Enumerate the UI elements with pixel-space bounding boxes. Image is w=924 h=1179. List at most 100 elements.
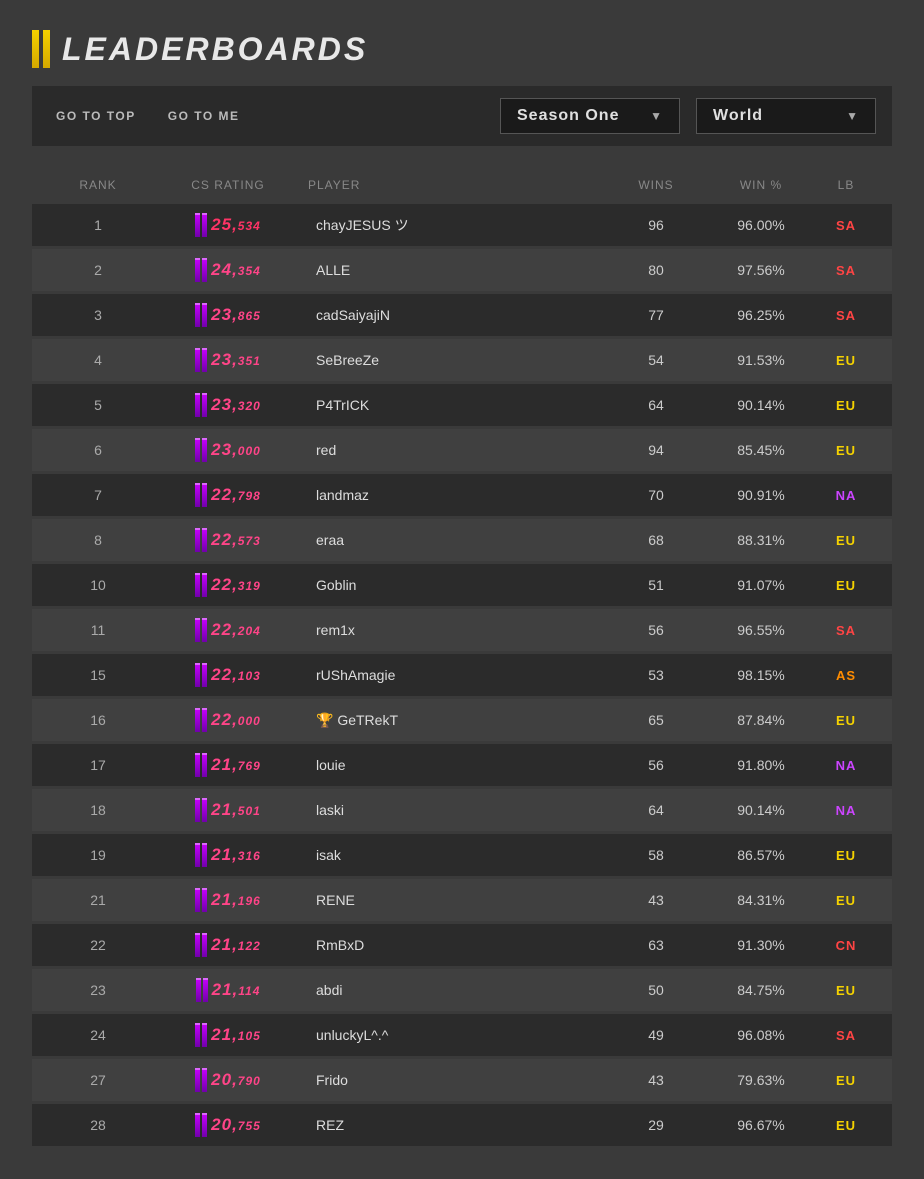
table-row[interactable]: 1 25,534 chayJESUS ツ 96 96.00% SA — [32, 204, 892, 246]
table-row[interactable]: 27 20,790 Frido 43 79.63% EU — [32, 1059, 892, 1101]
go-to-top-button[interactable]: GO TO TOP — [48, 105, 144, 127]
table-row[interactable]: 17 21,769 louie 56 91.80% NA — [32, 744, 892, 786]
row-lb: EU — [816, 983, 876, 998]
rating-cell: 22,798 — [148, 483, 308, 507]
row-wins: 43 — [606, 1072, 706, 1088]
rating-bar-1 — [195, 1023, 200, 1047]
row-winpct: 84.75% — [706, 982, 816, 998]
row-winpct: 90.14% — [706, 802, 816, 818]
row-lb: SA — [816, 623, 876, 638]
row-player: Frido — [308, 1072, 606, 1088]
rating-cell: 22,573 — [148, 528, 308, 552]
table-row[interactable]: 23 21,114 abdi 50 84.75% EU — [32, 969, 892, 1011]
rating-bars — [195, 888, 207, 912]
row-rank: 4 — [48, 352, 148, 368]
rating-bars — [195, 618, 207, 642]
rating-bar-2 — [202, 393, 207, 417]
row-winpct: 86.57% — [706, 847, 816, 863]
row-lb: AS — [816, 668, 876, 683]
col-lb: LB — [816, 178, 876, 192]
col-winpct: Win % — [706, 178, 816, 192]
controls-row: GO TO TOP GO TO ME Season One ▼ World ▼ — [32, 86, 892, 146]
row-lb: SA — [816, 308, 876, 323]
row-winpct: 91.80% — [706, 757, 816, 773]
table-header: Rank CS Rating Player Wins Win % LB — [32, 170, 892, 200]
table-row[interactable]: 16 22,000 🏆 GeTRekT 65 87.84% EU — [32, 699, 892, 741]
table-row[interactable]: 6 23,000 red 94 85.45% EU — [32, 429, 892, 471]
rating-number: 21,114 — [212, 980, 261, 1000]
table-row[interactable]: 22 21,122 RmBxD 63 91.30% CN — [32, 924, 892, 966]
rating-bar-1 — [195, 888, 200, 912]
row-player: ALLE — [308, 262, 606, 278]
rating-bars — [195, 798, 207, 822]
row-player: P4TrICK — [308, 397, 606, 413]
rating-bars — [195, 1023, 207, 1047]
rating-cell: 21,769 — [148, 753, 308, 777]
rating-bar-1 — [195, 258, 200, 282]
row-lb: SA — [816, 218, 876, 233]
row-wins: 68 — [606, 532, 706, 548]
rating-bars — [195, 303, 207, 327]
go-to-me-button[interactable]: GO TO ME — [160, 105, 248, 127]
rating-cell: 23,320 — [148, 393, 308, 417]
row-player: abdi — [308, 982, 606, 998]
row-player: laski — [308, 802, 606, 818]
table-row[interactable]: 24 21,105 unluckyL^.^ 49 96.08% SA — [32, 1014, 892, 1056]
rating-bars — [195, 438, 207, 462]
row-player: louie — [308, 757, 606, 773]
rating-bar-1 — [195, 753, 200, 777]
table-row[interactable]: 28 20,755 REZ 29 96.67% EU — [32, 1104, 892, 1146]
table-row[interactable]: 11 22,204 rem1x 56 96.55% SA — [32, 609, 892, 651]
rating-number: 21,105 — [211, 1025, 261, 1045]
row-rank: 1 — [48, 217, 148, 233]
rating-number: 22,573 — [211, 530, 261, 550]
row-player: chayJESUS ツ — [308, 215, 606, 235]
row-wins: 58 — [606, 847, 706, 863]
season-dropdown[interactable]: Season One ▼ — [500, 98, 680, 134]
table-row[interactable]: 4 23,351 SeBreeZe 54 91.53% EU — [32, 339, 892, 381]
rating-bar-2 — [202, 528, 207, 552]
rating-bar-2 — [202, 213, 207, 237]
row-rank: 7 — [48, 487, 148, 503]
row-player: eraa — [308, 532, 606, 548]
table-row[interactable]: 2 24,354 ALLE 80 97.56% SA — [32, 249, 892, 291]
row-wins: 49 — [606, 1027, 706, 1043]
world-dropdown[interactable]: World ▼ — [696, 98, 876, 134]
rating-bar-1 — [195, 708, 200, 732]
row-rank: 22 — [48, 937, 148, 953]
row-wins: 56 — [606, 622, 706, 638]
row-rank: 28 — [48, 1117, 148, 1133]
rating-bar-1 — [195, 618, 200, 642]
table-row[interactable]: 8 22,573 eraa 68 88.31% EU — [32, 519, 892, 561]
table-row[interactable]: 7 22,798 landmaz 70 90.91% NA — [32, 474, 892, 516]
header-bar: LEADERBOARDS — [32, 30, 892, 68]
accent-bars — [32, 30, 50, 68]
table-row[interactable]: 18 21,501 laski 64 90.14% NA — [32, 789, 892, 831]
row-lb: EU — [816, 1118, 876, 1133]
rating-bar-2 — [202, 663, 207, 687]
rating-bars — [195, 663, 207, 687]
rating-cell: 21,501 — [148, 798, 308, 822]
row-winpct: 91.07% — [706, 577, 816, 593]
row-rank: 24 — [48, 1027, 148, 1043]
row-winpct: 87.84% — [706, 712, 816, 728]
rating-bar-2 — [202, 1023, 207, 1047]
table-row[interactable]: 5 23,320 P4TrICK 64 90.14% EU — [32, 384, 892, 426]
row-wins: 54 — [606, 352, 706, 368]
season-dropdown-label: Season One — [517, 107, 619, 125]
row-lb: EU — [816, 533, 876, 548]
rating-bars — [195, 573, 207, 597]
row-lb: EU — [816, 398, 876, 413]
rating-cell: 23,865 — [148, 303, 308, 327]
table-row[interactable]: 19 21,316 isak 58 86.57% EU — [32, 834, 892, 876]
table-row[interactable]: 3 23,865 cadSaiyajiN 77 96.25% SA — [32, 294, 892, 336]
table-row[interactable]: 15 22,103 rUShAmagie 53 98.15% AS — [32, 654, 892, 696]
table-row[interactable]: 10 22,319 Goblin 51 91.07% EU — [32, 564, 892, 606]
rating-bars — [195, 1113, 207, 1137]
row-rank: 21 — [48, 892, 148, 908]
row-player: red — [308, 442, 606, 458]
row-winpct: 91.30% — [706, 937, 816, 953]
rating-bars — [195, 528, 207, 552]
table-row[interactable]: 21 21,196 RENE 43 84.31% EU — [32, 879, 892, 921]
accent-bar-2 — [43, 30, 50, 68]
